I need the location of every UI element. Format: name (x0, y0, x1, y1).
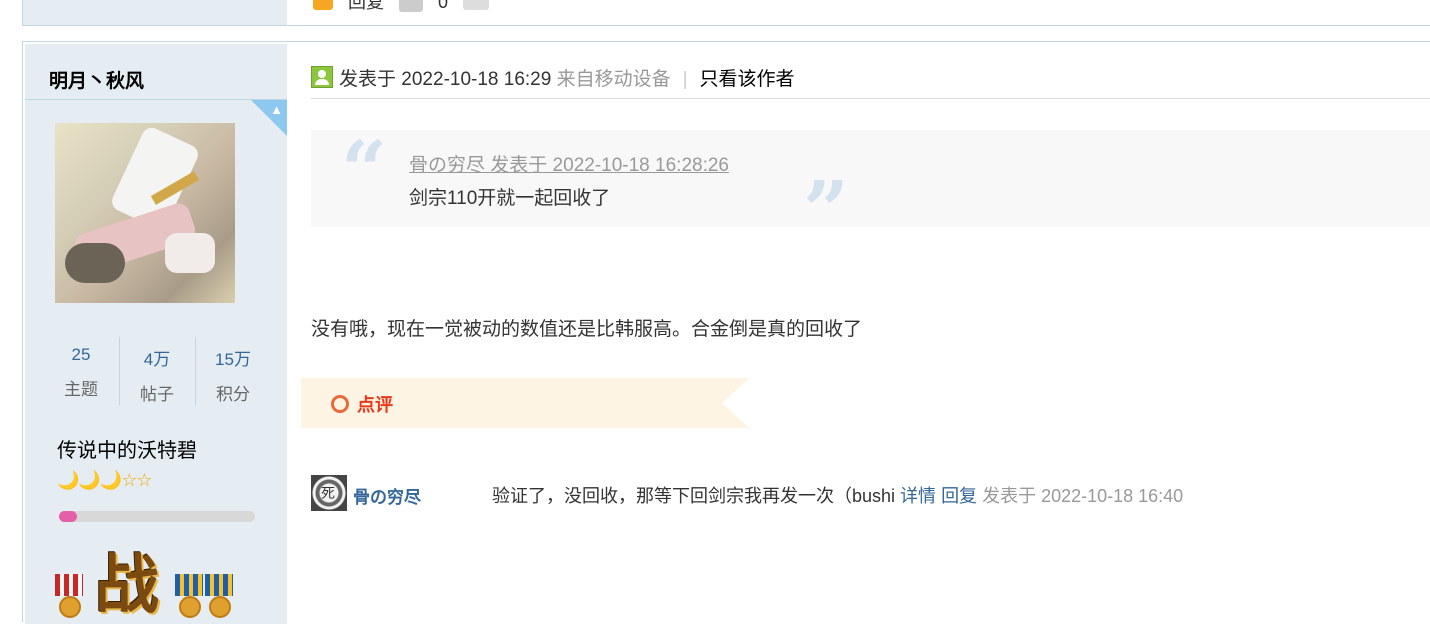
commenter-name[interactable]: 骨の穷尽 (353, 483, 421, 508)
meta-divider (311, 98, 1430, 99)
thumbs-down-icon[interactable] (463, 0, 490, 11)
author-sidebar: 明月丶秋风 ▲ 25 主题 4万 帖子 15万 积分 传说中的沃特碧 🌙🌙🌙☆☆ (25, 44, 287, 624)
previous-post-actions: 回复 0 (313, 0, 499, 14)
stat-label: 帖子 (140, 385, 174, 404)
post-meta: 发表于 2022-10-18 16:29 来自移动设备 | 只看该作者 (311, 64, 795, 91)
previous-post-sidebar (23, 0, 287, 25)
comment-reply-link[interactable]: 回复 (941, 486, 977, 506)
level-progress-fill (59, 511, 77, 522)
medals: 战 (55, 540, 255, 623)
medal-icon[interactable] (205, 574, 233, 596)
previous-post-footer: 回复 0 (22, 0, 1430, 26)
stat-points[interactable]: 15万 积分 (195, 337, 271, 405)
online-user-icon (311, 66, 333, 88)
level-progress-bar (59, 511, 255, 522)
quote-text: 剑宗110开就一起回收了 (409, 188, 611, 209)
comment-text: 验证了，没回收，那等下回剑宗我再发一次（bushi (492, 486, 896, 506)
android-icon: ▲ (270, 102, 283, 117)
forum-post: 明月丶秋风 ▲ 25 主题 4万 帖子 15万 积分 传说中的沃特碧 🌙🌙🌙☆☆ (22, 41, 1430, 624)
war-medal-icon[interactable]: 战 (95, 534, 159, 626)
author-only-link[interactable]: 只看该作者 (700, 69, 795, 90)
reply-button[interactable]: 回复 (348, 0, 384, 12)
stat-label: 积分 (216, 385, 250, 404)
quote-source-link[interactable]: 骨の穷尽 发表于 2022-10-18 16:28:26 (409, 150, 729, 177)
rank-title[interactable]: 传说中的沃特碧 (57, 434, 197, 463)
author-name[interactable]: 明月丶秋风 (49, 66, 144, 93)
stat-label: 主题 (64, 380, 98, 399)
stat-value: 4万 (143, 350, 171, 369)
reply-icon[interactable] (313, 0, 333, 11)
quote-open-icon: “ (341, 123, 388, 217)
comment-detail-link[interactable]: 详情 (900, 486, 936, 506)
quote-close-icon: ” (803, 163, 850, 257)
medal-icon (59, 596, 81, 618)
thumbs-up-icon[interactable] (399, 0, 424, 13)
stat-value: 25 (71, 345, 91, 364)
avatar[interactable] (55, 123, 235, 303)
medal-icon[interactable] (175, 574, 203, 596)
post-content: 发表于 2022-10-18 16:29 来自移动设备 | 只看该作者 “ 骨の穷尽… (301, 42, 1430, 622)
comment-time: 发表于 2022-10-18 16:40 (982, 486, 1184, 506)
commenter-avatar[interactable]: 死 (311, 475, 347, 511)
avatar-glyph: 死 (321, 486, 335, 502)
medal-icon[interactable] (55, 574, 83, 596)
circle-icon (331, 395, 349, 413)
comment-line: 验证了，没回收，那等下回剑宗我再发一次（bushi 详情 回复 发表于 2022… (492, 482, 1183, 508)
device-label: 来自移动设备 (556, 69, 671, 90)
quote-block: “ 骨の穷尽 发表于 2022-10-18 16:28:26 剑宗110开就一起… (311, 123, 1430, 250)
stat-threads[interactable]: 25 主题 (43, 337, 119, 400)
comment-section-header: 点评 (301, 378, 749, 428)
comment-section-label: 点评 (357, 395, 393, 415)
author-stats: 25 主题 4万 帖子 15万 积分 (43, 337, 271, 407)
post-body: 没有哦，现在一觉被动的数值还是比韩服高。合金倒是真的回收了 (311, 319, 863, 340)
rank-icons: 🌙🌙🌙☆☆ (57, 470, 153, 490)
medal-icon (209, 596, 231, 618)
posted-time: 2022-10-18 16:29 (401, 69, 552, 90)
posted-prefix: 发表于 (339, 69, 397, 90)
comment-item: 死 骨の穷尽 验证了，没回收，那等下回剑宗我再发一次（bushi 详情 回复 发… (311, 475, 1430, 515)
stat-value: 15万 (215, 350, 251, 369)
sidebar-divider (25, 99, 287, 100)
like-count: 0 (438, 0, 449, 12)
meta-separator: | (682, 69, 688, 90)
stat-posts[interactable]: 4万 帖子 (119, 337, 195, 405)
medal-icon (179, 596, 201, 618)
